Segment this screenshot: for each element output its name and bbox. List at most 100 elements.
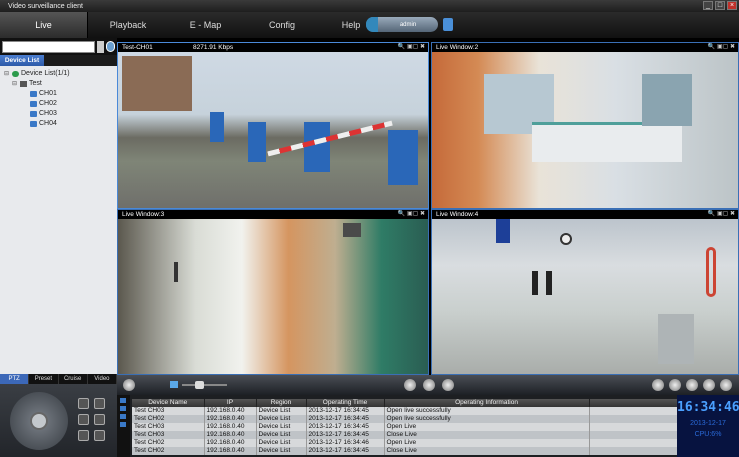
- cell: Device List: [256, 431, 307, 439]
- tree-channel[interactable]: CH04: [4, 119, 113, 129]
- col-region[interactable]: Region: [256, 399, 307, 407]
- video-caption: Live Window:4 🔍 ▣▢ ✖: [432, 210, 738, 219]
- channel-label: CH02: [39, 100, 57, 107]
- tab-device-list[interactable]: Device List: [0, 55, 44, 66]
- log-tab-icon[interactable]: [120, 406, 126, 411]
- maximize-button[interactable]: □: [715, 1, 725, 10]
- video-tools[interactable]: 🔍 ▣▢ ✖: [398, 210, 425, 219]
- volume-slider[interactable]: [182, 384, 227, 386]
- video-pane-2[interactable]: Live Window:2 🔍 ▣▢ ✖: [431, 42, 739, 209]
- tree-channel[interactable]: CH01: [4, 89, 113, 99]
- volume-knob[interactable]: [195, 381, 204, 389]
- user-box[interactable]: admin: [366, 17, 438, 32]
- layout-1-icon[interactable]: [652, 379, 664, 391]
- log-tab-icon[interactable]: [120, 422, 126, 427]
- cell: 192.168.0.40: [204, 423, 257, 431]
- video-tools[interactable]: 🔍 ▣▢ ✖: [708, 43, 735, 52]
- snapshot-icon[interactable]: [404, 379, 416, 391]
- menu-emap[interactable]: E - Map: [168, 12, 243, 38]
- tab-ptz[interactable]: PTZ: [0, 374, 30, 384]
- cell: Test CH02: [132, 439, 205, 447]
- focus-far-button[interactable]: [94, 414, 105, 425]
- search-dropdown[interactable]: [97, 40, 104, 53]
- log-tab-icon[interactable]: [120, 398, 126, 403]
- camera-icon: [30, 101, 37, 107]
- menu-live[interactable]: Live: [0, 12, 88, 38]
- cell: Device List: [256, 423, 307, 431]
- title-bar: Video surveillance client _ □ ×: [0, 0, 739, 12]
- collapse-toggle-icon[interactable]: ⊟: [12, 79, 18, 89]
- cell: Device List: [256, 415, 307, 423]
- joystick-center[interactable]: [30, 412, 48, 430]
- tree-group[interactable]: ⊟ Test: [4, 79, 113, 89]
- status-panel: 16:34:46 2013-12-17 CPU:6%: [677, 395, 739, 457]
- channel-label: CH03: [39, 110, 57, 117]
- table-row[interactable]: Test CH02 192.168.0.40 Device List 2013-12-…: [132, 415, 715, 423]
- device-tree: ⊟ Device List(1/1) ⊟ Test CH01 CH02 CH03…: [0, 66, 117, 132]
- prev-page-icon[interactable]: [123, 379, 135, 391]
- record-icon[interactable]: [423, 379, 435, 391]
- video-title: Test-CH01: [122, 44, 153, 51]
- iris-open-button[interactable]: [94, 430, 105, 441]
- layout-4-icon[interactable]: [669, 379, 681, 391]
- video-tools[interactable]: 🔍 ▣▢ ✖: [708, 210, 735, 219]
- col-operating-time[interactable]: Operating Time: [306, 399, 385, 407]
- table-header: Device Name IP Region Operating Time Ope…: [132, 399, 715, 407]
- video-title: Live Window:2: [436, 44, 479, 51]
- collapse-toggle-icon[interactable]: ⊟: [4, 69, 10, 79]
- volume-icon[interactable]: [170, 381, 178, 388]
- tab-video[interactable]: Video: [88, 374, 117, 384]
- table-row[interactable]: Test CH03 192.168.0.40 Device List 2013-12-…: [132, 407, 715, 415]
- table-row[interactable]: Test CH02 192.168.0.40 Device List 2013-12-…: [132, 447, 715, 455]
- video-frame: [118, 52, 428, 208]
- cell: Open live successfully: [384, 407, 590, 415]
- col-operating-info[interactable]: Operating Information: [384, 399, 590, 407]
- zoom-in-button[interactable]: [94, 398, 105, 409]
- tree-root-label: Device List(1/1): [21, 70, 70, 77]
- tree-channel[interactable]: CH03: [4, 109, 113, 119]
- clock-time: 16:34:46: [677, 400, 739, 415]
- cell: Test CH02: [132, 447, 205, 455]
- tree-channel[interactable]: CH02: [4, 99, 113, 109]
- video-title: Live Window:4: [436, 211, 479, 218]
- search-icon[interactable]: [105, 41, 115, 52]
- menu-config[interactable]: Config: [243, 12, 321, 38]
- table-row[interactable]: Test CH03 192.168.0.40 Device List 2013-12-…: [132, 423, 715, 431]
- menu-playback[interactable]: Playback: [88, 12, 168, 38]
- cell: 2013-12-17 16:34:45: [306, 447, 385, 455]
- barrier-post: [304, 122, 330, 172]
- layout-9-icon[interactable]: [686, 379, 698, 391]
- tab-preset[interactable]: Preset: [29, 374, 59, 384]
- fullscreen-icon[interactable]: [703, 379, 715, 391]
- video-pane-4[interactable]: Live Window:4 🔍 ▣▢ ✖: [431, 209, 739, 375]
- tab-cruise[interactable]: Cruise: [59, 374, 88, 384]
- person-shape: [174, 262, 178, 282]
- video-caption: Live Window:3 🔍 ▣▢ ✖: [118, 210, 428, 219]
- focus-near-button[interactable]: [78, 414, 89, 425]
- cell: Test CH03: [132, 431, 205, 439]
- tree-group-label: Test: [29, 80, 42, 87]
- log-tab-icon[interactable]: [120, 414, 126, 419]
- video-tools[interactable]: 🔍 ▣▢ ✖: [398, 43, 425, 52]
- iris-close-button[interactable]: [78, 430, 89, 441]
- cell: 192.168.0.40: [204, 439, 257, 447]
- col-device-name[interactable]: Device Name: [132, 399, 205, 407]
- stop-all-icon[interactable]: [442, 379, 454, 391]
- video-pane-3[interactable]: Live Window:3 🔍 ▣▢ ✖: [117, 209, 429, 375]
- lock-icon[interactable]: [443, 18, 453, 31]
- ptz-joystick[interactable]: [10, 392, 68, 450]
- search-input[interactable]: [2, 40, 95, 53]
- zoom-out-button[interactable]: [78, 398, 89, 409]
- table-row[interactable]: Test CH02 192.168.0.40 Device List 2013-12-…: [132, 439, 715, 447]
- close-button[interactable]: ×: [727, 1, 737, 10]
- bin-shape: [658, 314, 694, 364]
- next-page-icon[interactable]: [720, 379, 732, 391]
- video-pane-1[interactable]: Test-CH01 8271.91 Kbps 🔍 ▣▢ ✖: [117, 42, 429, 209]
- table-row[interactable]: Test CH03 192.168.0.40 Device List 2013-12-…: [132, 431, 715, 439]
- video-bitrate: 8271.91 Kbps: [193, 44, 234, 51]
- tree-root[interactable]: ⊟ Device List(1/1): [4, 69, 113, 79]
- minimize-button[interactable]: _: [703, 1, 713, 10]
- col-ip[interactable]: IP: [204, 399, 257, 407]
- globe-icon: [12, 71, 19, 77]
- building-shape: [122, 56, 192, 111]
